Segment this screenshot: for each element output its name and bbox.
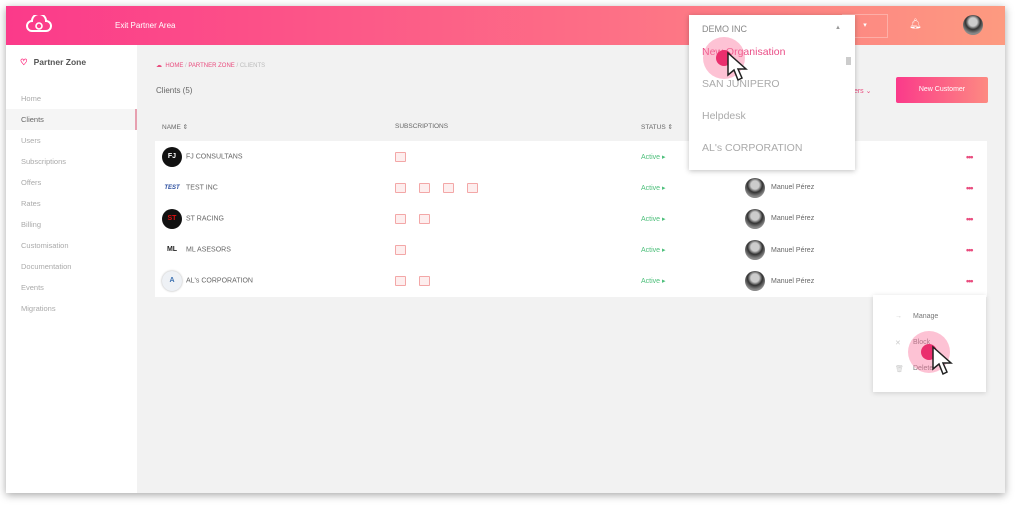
breadcrumb: ☁︎ HOME / PARTNER ZONE / CLIENTS bbox=[156, 63, 266, 69]
sidebar-item-customisation[interactable]: Customisation bbox=[6, 235, 137, 256]
sidebar-item-subscriptions[interactable]: Subscriptions bbox=[6, 151, 137, 172]
client-name[interactable]: ML ASESORS bbox=[186, 247, 231, 254]
mouse-cursor-icon bbox=[932, 345, 953, 376]
dropdown-scrollbar[interactable] bbox=[846, 49, 851, 164]
table-row[interactable]: ML ML ASESORS Active ▸ Manuel Pérez ••• bbox=[155, 235, 987, 266]
sidebar-item-events[interactable]: Events bbox=[6, 277, 137, 298]
avatar bbox=[745, 208, 765, 229]
client-name[interactable]: FJ CONSULTANS bbox=[186, 153, 243, 160]
subscription-icon[interactable] bbox=[467, 182, 478, 193]
subscription-icon[interactable] bbox=[395, 182, 406, 193]
dropdown-option[interactable]: Helpdesk bbox=[702, 110, 746, 122]
arrow-right-icon: → bbox=[895, 313, 902, 320]
more-actions-icon[interactable]: ••• bbox=[966, 214, 974, 224]
client-name[interactable]: AL's CORPORATION bbox=[186, 278, 253, 285]
row-actions-menu: → Manage ✕ Block 🗑︎ Delete bbox=[873, 295, 986, 392]
sidebar-title: ♡ Partner Zone bbox=[20, 57, 87, 67]
client-name[interactable]: ST RACING bbox=[186, 215, 224, 222]
sidebar-item-documentation[interactable]: Documentation bbox=[6, 256, 137, 277]
status-badge[interactable]: Active ▸ bbox=[641, 184, 666, 192]
organisation-dropdown: DEMO INC ▲ New Organisation SAN JUNIPERO… bbox=[689, 15, 855, 170]
owner-name: Manuel Pérez bbox=[771, 215, 815, 223]
user-avatar[interactable] bbox=[963, 15, 983, 35]
client-logo: TEST bbox=[162, 177, 182, 198]
mouse-cursor-icon bbox=[727, 51, 748, 82]
owner: Manuel Pérez bbox=[745, 271, 815, 292]
sidebar-item-rates[interactable]: Rates bbox=[6, 193, 137, 214]
column-header-name[interactable]: NAME ⇕ bbox=[162, 123, 188, 131]
trash-icon: 🗑︎ bbox=[895, 366, 904, 373]
dropdown-current-value[interactable]: DEMO INC bbox=[702, 24, 747, 34]
subscription-icon[interactable] bbox=[419, 276, 430, 287]
subscriptions-list bbox=[395, 182, 478, 193]
subscriptions-list bbox=[395, 151, 406, 162]
avatar bbox=[745, 240, 765, 261]
subscription-icon[interactable] bbox=[395, 245, 406, 256]
page-title: Clients (5) bbox=[156, 86, 193, 95]
owner: Manuel Pérez bbox=[745, 208, 815, 229]
table-row[interactable]: TEST TEST INC Active ▸ Manuel Pérez ••• bbox=[155, 172, 987, 203]
owner-name: Manuel Pérez bbox=[771, 246, 815, 254]
subscriptions-list bbox=[395, 213, 430, 224]
sidebar-item-home[interactable]: Home bbox=[6, 88, 137, 109]
dropdown-option[interactable]: AL's CORPORATION bbox=[702, 142, 802, 154]
breadcrumb-partner-zone[interactable]: PARTNER ZONE bbox=[188, 63, 234, 69]
sidebar-nav: Home Clients Users Subscriptions Offers … bbox=[6, 88, 137, 319]
menu-item-manage[interactable]: → Manage bbox=[895, 313, 938, 320]
avatar bbox=[745, 177, 765, 198]
subscription-icon[interactable] bbox=[395, 151, 406, 162]
client-logo: ML bbox=[162, 240, 182, 261]
status-badge[interactable]: Active ▸ bbox=[641, 215, 666, 223]
subscription-icon[interactable] bbox=[395, 213, 406, 224]
subscription-icon[interactable] bbox=[419, 182, 430, 193]
app-window: Exit Partner Area ▾ 🔔︎ ♡ Partner Zone Hom… bbox=[6, 6, 1005, 493]
breadcrumb-home[interactable]: HOME bbox=[165, 63, 183, 69]
subscription-icon[interactable] bbox=[419, 213, 430, 224]
bell-icon[interactable]: 🔔︎ bbox=[909, 19, 922, 30]
sidebar-item-migrations[interactable]: Migrations bbox=[6, 298, 137, 319]
partner-icon: ♡ bbox=[20, 57, 28, 67]
status-badge[interactable]: Active ▸ bbox=[641, 153, 666, 161]
exit-partner-area-link[interactable]: Exit Partner Area bbox=[115, 21, 175, 30]
owner-name: Manuel Pérez bbox=[771, 277, 815, 285]
client-logo: ST bbox=[162, 208, 182, 229]
cloud-logo-icon[interactable] bbox=[26, 15, 52, 33]
more-actions-icon[interactable]: ••• bbox=[966, 245, 974, 255]
close-icon: ✕ bbox=[895, 340, 901, 347]
column-header-subscriptions: SUBSCRIPTIONS bbox=[395, 123, 449, 130]
table-row[interactable]: A AL's CORPORATION Active ▸ Manuel Pérez… bbox=[155, 266, 987, 297]
new-customer-button[interactable]: New Customer bbox=[896, 77, 988, 103]
sidebar-item-offers[interactable]: Offers bbox=[6, 172, 137, 193]
breadcrumb-clients: CLIENTS bbox=[239, 63, 266, 69]
home-cloud-icon: ☁︎ bbox=[156, 63, 162, 69]
sidebar-item-clients[interactable]: Clients bbox=[6, 109, 137, 130]
owner: Manuel Pérez bbox=[745, 240, 815, 261]
sidebar-item-users[interactable]: Users bbox=[6, 130, 137, 151]
sidebar: ♡ Partner Zone Home Clients Users Subscri… bbox=[6, 45, 137, 493]
sidebar-item-billing[interactable]: Billing bbox=[6, 214, 137, 235]
client-logo: A bbox=[162, 271, 182, 292]
client-logo: FJ bbox=[162, 146, 182, 167]
clients-table: FJ FJ CONSULTANS Active ▸ ••• TEST TEST I… bbox=[155, 141, 987, 297]
more-actions-icon[interactable]: ••• bbox=[966, 183, 974, 193]
owner: Manuel Pérez bbox=[745, 177, 815, 198]
subscription-icon[interactable] bbox=[395, 276, 406, 287]
subscriptions-list bbox=[395, 245, 406, 256]
column-header-status[interactable]: STATUS ⇕ bbox=[641, 123, 673, 131]
owner-name: Manuel Pérez bbox=[771, 184, 815, 192]
status-badge[interactable]: Active ▸ bbox=[641, 246, 666, 254]
status-badge[interactable]: Active ▸ bbox=[641, 277, 666, 285]
subscription-icon[interactable] bbox=[443, 182, 454, 193]
chevron-up-icon[interactable]: ▲ bbox=[835, 25, 841, 31]
more-actions-icon[interactable]: ••• bbox=[966, 276, 974, 286]
avatar bbox=[745, 271, 765, 292]
table-row[interactable]: ST ST RACING Active ▸ Manuel Pérez ••• bbox=[155, 203, 987, 234]
table-row[interactable]: FJ FJ CONSULTANS Active ▸ ••• bbox=[155, 141, 987, 172]
top-header: Exit Partner Area ▾ 🔔︎ bbox=[6, 6, 1005, 45]
more-actions-icon[interactable]: ••• bbox=[966, 152, 974, 162]
subscriptions-list bbox=[395, 276, 430, 287]
client-name[interactable]: TEST INC bbox=[186, 184, 218, 191]
